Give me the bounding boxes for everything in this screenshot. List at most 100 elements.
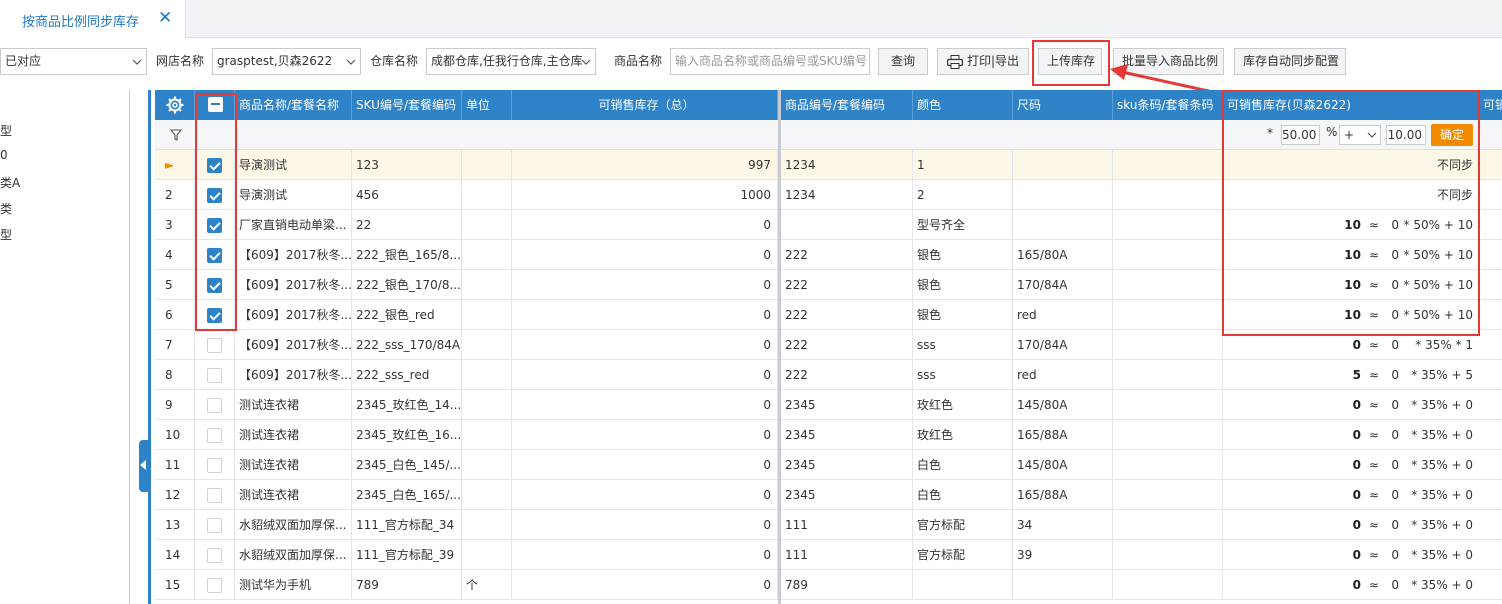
row-checkbox-cell[interactable] bbox=[195, 240, 235, 270]
row-checkbox[interactable] bbox=[207, 218, 222, 233]
auto-sync-config-button[interactable]: 库存自动同步配置 bbox=[1234, 48, 1346, 75]
table-row[interactable]: 9 测试连衣裙 2345_玫红色_14... 0 2345 玫红色 145/80A 0 ≈0 * … bbox=[155, 390, 1502, 420]
shop-stock-cell[interactable]: 0 ≈0 * 35% + 0 bbox=[1223, 510, 1479, 540]
cell-code: 222 bbox=[781, 330, 913, 360]
table-row[interactable]: 13 水貂绒双面加厚保... 111_官方标配_34 0 111 官方标配 34 0 ≈0 * 3… bbox=[155, 510, 1502, 540]
col-extra[interactable]: 可销 bbox=[1479, 90, 1502, 120]
category-item[interactable]: 分类 bbox=[0, 200, 12, 217]
col-name[interactable]: 商品名称/套餐名称 bbox=[235, 90, 352, 120]
table-row[interactable]: 8 【609】2017秋冬... 222_sss_red 0 222 sss red 5 ≈0 *… bbox=[155, 360, 1502, 390]
row-checkbox-cell[interactable] bbox=[195, 360, 235, 390]
col-barcode[interactable]: sku条码/套餐条码 bbox=[1113, 90, 1223, 120]
shop-stock-value: 0 bbox=[1352, 458, 1361, 472]
table-row[interactable]: ► 导演测试 123 997 1234 1 不同步 bbox=[155, 150, 1502, 180]
col-code[interactable]: 商品编号/套餐编码 bbox=[781, 90, 913, 120]
cell-size: 165/88A bbox=[1013, 420, 1113, 450]
product-search-input[interactable]: 输入商品名称或商品编号或SKU编号 bbox=[670, 48, 870, 75]
shop-stock-cell[interactable]: 0 ≈0 * 35% + 0 bbox=[1223, 390, 1479, 420]
row-checkbox[interactable] bbox=[207, 308, 222, 323]
collapse-panel-handle[interactable] bbox=[139, 440, 149, 492]
row-checkbox-cell[interactable] bbox=[195, 390, 235, 420]
row-checkbox[interactable] bbox=[207, 578, 222, 593]
row-checkbox-cell[interactable] bbox=[195, 540, 235, 570]
row-checkbox-cell[interactable] bbox=[195, 180, 235, 210]
table-row[interactable]: 5 【609】2017秋冬... 222_银色_170/8... 0 222 银色 170/… bbox=[155, 270, 1502, 300]
table-row[interactable]: 3 厂家直销电动单梁... 22 0 型号齐全 10 ≈0 * 50% + 10 bbox=[155, 210, 1502, 240]
row-checkbox-cell[interactable] bbox=[195, 450, 235, 480]
upload-stock-button[interactable]: 上传库存 bbox=[1038, 48, 1102, 75]
table-row[interactable]: 7 【609】2017秋冬... 222_sss_170/84A 0 222 sss 170… bbox=[155, 330, 1502, 360]
close-icon[interactable]: ✕ bbox=[158, 8, 172, 28]
col-size[interactable]: 尺码 bbox=[1013, 90, 1113, 120]
row-checkbox[interactable] bbox=[207, 488, 222, 503]
table-row[interactable]: 11 测试连衣裙 2345_白色_145/... 0 2345 白色 145/80A 0 ≈0 *… bbox=[155, 450, 1502, 480]
shop-stock-cell[interactable]: 不同步 bbox=[1223, 180, 1479, 210]
shop-stock-cell[interactable]: 10 ≈0 * 50% + 10 bbox=[1223, 210, 1479, 240]
row-checkbox-cell[interactable] bbox=[195, 210, 235, 240]
category-item[interactable]: 型 bbox=[0, 226, 12, 243]
shop-stock-value: 10 bbox=[1344, 278, 1361, 292]
match-status-select[interactable]: 已对应 bbox=[0, 48, 147, 75]
row-checkbox[interactable] bbox=[207, 458, 222, 473]
shop-stock-cell[interactable]: 10 ≈0 * 50% + 10 bbox=[1223, 240, 1479, 270]
shop-stock-cell[interactable]: 5 ≈0 * 35% + 5 bbox=[1223, 360, 1479, 390]
operator-select[interactable]: + bbox=[1339, 125, 1381, 145]
row-checkbox-cell[interactable] bbox=[195, 510, 235, 540]
column-settings[interactable] bbox=[155, 90, 195, 120]
filter-icon[interactable] bbox=[170, 129, 182, 141]
shop-stock-cell[interactable]: 0 ≈0 * 35% + 0 bbox=[1223, 420, 1479, 450]
row-checkbox[interactable] bbox=[207, 548, 222, 563]
row-checkbox[interactable] bbox=[207, 278, 222, 293]
print-export-button[interactable]: 打印|导出 bbox=[937, 48, 1029, 75]
row-checkbox[interactable] bbox=[207, 158, 222, 173]
row-checkbox[interactable] bbox=[207, 518, 222, 533]
col-shop-stock[interactable]: 可销售库存(贝森2622) bbox=[1223, 90, 1479, 120]
warehouse-select[interactable]: 成都仓库,任我行仓库,主仓库 bbox=[426, 48, 596, 75]
table-row[interactable]: 14 水貂绒双面加厚保... 111_官方标配_39 0 111 官方标配 39 0 ≈0 * 3… bbox=[155, 540, 1502, 570]
shop-stock-cell[interactable]: 0 ≈0 * 35% + 0 bbox=[1223, 570, 1479, 600]
add-value-input[interactable]: 10.00 bbox=[1386, 125, 1426, 145]
row-checkbox[interactable] bbox=[207, 398, 222, 413]
table-row[interactable]: 4 【609】2017秋冬... 222_银色_165/8... 0 222 银色 165/… bbox=[155, 240, 1502, 270]
query-button[interactable]: 查询 bbox=[878, 48, 928, 75]
row-checkbox[interactable] bbox=[207, 248, 222, 263]
confirm-button[interactable]: 确定 bbox=[1431, 124, 1473, 146]
row-checkbox[interactable] bbox=[207, 188, 222, 203]
table-row[interactable]: 10 测试连衣裙 2345_玫红色_16... 0 2345 玫红色 165/88A 0 ≈0 *… bbox=[155, 420, 1502, 450]
shop-stock-cell[interactable]: 0 ≈0 * 35% + 0 bbox=[1223, 480, 1479, 510]
row-checkbox[interactable] bbox=[207, 428, 222, 443]
row-checkbox[interactable] bbox=[207, 338, 222, 353]
col-color[interactable]: 颜色 bbox=[913, 90, 1013, 120]
row-checkbox-cell[interactable] bbox=[195, 420, 235, 450]
row-checkbox-cell[interactable] bbox=[195, 270, 235, 300]
shop-select[interactable]: grasptest,贝森2622 bbox=[212, 48, 361, 75]
cell-size: red bbox=[1013, 300, 1113, 330]
category-item[interactable]: 类A bbox=[0, 174, 20, 191]
shop-stock-cell[interactable]: 0 ≈0 * 35% + 0 bbox=[1223, 540, 1479, 570]
shop-stock-cell[interactable]: 0 ≈0 * 35% + 0 bbox=[1223, 450, 1479, 480]
shop-stock-cell[interactable]: 0 ≈0 * 35% * 1 bbox=[1223, 330, 1479, 360]
row-checkbox-cell[interactable] bbox=[195, 570, 235, 600]
shop-stock-cell[interactable]: 不同步 bbox=[1223, 150, 1479, 180]
row-checkbox-cell[interactable] bbox=[195, 300, 235, 330]
row-checkbox[interactable] bbox=[207, 368, 222, 383]
select-all-checkbox[interactable] bbox=[208, 97, 223, 112]
chevron-left-icon bbox=[140, 460, 146, 470]
shop-stock-cell[interactable]: 10 ≈0 * 50% + 10 bbox=[1223, 270, 1479, 300]
table-row[interactable]: 6 【609】2017秋冬... 222_银色_red 0 222 银色 red 10 ≈0 * … bbox=[155, 300, 1502, 330]
table-row[interactable]: 2 导演测试 456 1000 1234 2 不同步 bbox=[155, 180, 1502, 210]
col-total-stock[interactable]: 可销售库存（总） bbox=[512, 90, 778, 120]
col-unit[interactable]: 单位 bbox=[462, 90, 512, 120]
row-checkbox-cell[interactable] bbox=[195, 480, 235, 510]
category-item[interactable]: 0 bbox=[0, 148, 8, 162]
table-row[interactable]: 15 测试华为手机 789 个 0 789 0 ≈0 * 35% + 0 bbox=[155, 570, 1502, 600]
tab-sync-stock[interactable]: 按商品比例同步库存 ✕ bbox=[0, 0, 186, 38]
shop-stock-cell[interactable]: 10 ≈0 * 50% + 10 bbox=[1223, 300, 1479, 330]
row-checkbox-cell[interactable] bbox=[195, 150, 235, 180]
percent-input[interactable]: 50.00 bbox=[1281, 125, 1320, 145]
category-item[interactable]: 型 bbox=[0, 122, 12, 139]
table-row[interactable]: 12 测试连衣裙 2345_白色_165/... 0 2345 白色 165/88A 0 ≈0 *… bbox=[155, 480, 1502, 510]
select-all-checkbox-cell[interactable] bbox=[195, 90, 235, 120]
row-checkbox-cell[interactable] bbox=[195, 330, 235, 360]
col-sku[interactable]: SKU编号/套餐编码 bbox=[352, 90, 462, 120]
